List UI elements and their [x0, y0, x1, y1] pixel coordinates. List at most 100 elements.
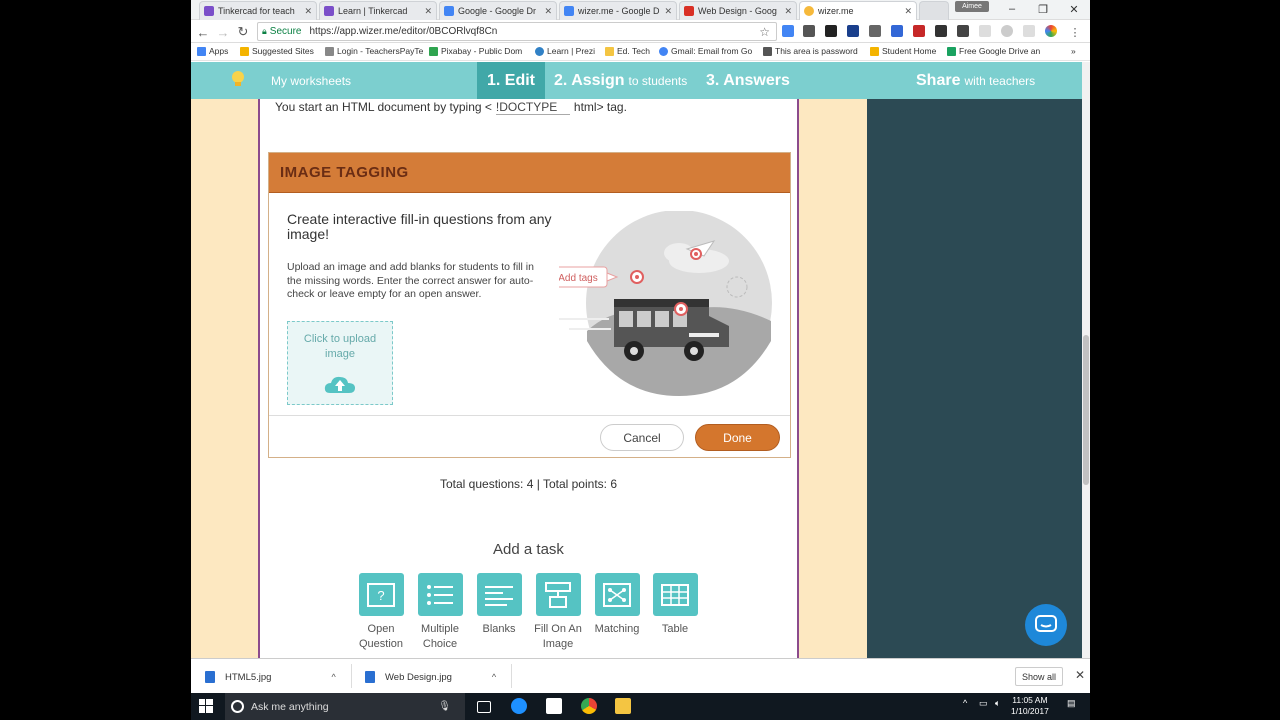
extension-icon[interactable]	[847, 25, 859, 37]
new-tab-button[interactable]	[919, 1, 949, 20]
image-tagging-title: Create interactive fill-in questions fro…	[287, 211, 552, 242]
reload-icon[interactable]: ↻	[235, 24, 251, 40]
nav-share[interactable]: Share with teachers	[916, 62, 1035, 99]
extension-icon[interactable]	[825, 25, 837, 37]
task-view-icon[interactable]	[477, 701, 491, 713]
upload-image-button[interactable]: Click to upload image	[287, 321, 393, 405]
chevron-up-icon[interactable]: ^	[963, 698, 967, 708]
show-all-button[interactable]: Show all	[1015, 667, 1063, 686]
lightbulb-logo-icon[interactable]	[231, 70, 245, 88]
download-shelf: HTML5.jpg ^ Web Design.jpg ^ Show all ✕	[191, 658, 1090, 693]
tab-label: Web Design - Goog	[698, 6, 777, 16]
bookmark-pixabay[interactable]: Pixabay - Public Dom	[429, 46, 522, 56]
chevron-up-icon[interactable]: ^	[331, 672, 335, 682]
bookmark-edtech[interactable]: Ed. Tech	[605, 46, 650, 56]
bookmark-icon	[870, 46, 879, 56]
bookmarks-overflow-icon[interactable]: »	[1071, 46, 1076, 56]
nav-step-assign[interactable]: 2. Assign to students	[554, 62, 687, 99]
browser-tab-5[interactable]: Web Design - Goog ✕	[679, 1, 797, 20]
close-icon[interactable]: ✕	[304, 6, 312, 17]
bookmark-student-home[interactable]: Student Home	[870, 46, 936, 56]
menu-icon[interactable]: ⋮	[1067, 24, 1083, 40]
extension-icon[interactable]	[913, 25, 925, 37]
tab-label: Google - Google Dr	[458, 6, 537, 16]
image-file-icon	[205, 671, 215, 683]
forward-icon[interactable]: →	[215, 24, 231, 40]
task-table-button[interactable]: Table	[645, 573, 705, 637]
bookmark-tpt[interactable]: Login - TeachersPayTe	[325, 46, 423, 56]
scrollbar-thumb[interactable]	[1083, 335, 1089, 485]
address-bar[interactable]: 🔒︎ Secure https://app.wizer.me/editor/0B…	[257, 22, 777, 41]
close-icon[interactable]: ✕	[784, 6, 792, 17]
extension-icon[interactable]	[869, 25, 881, 37]
microphone-icon[interactable]: 🎙︎	[438, 701, 451, 712]
bookmark-gmail[interactable]: Gmail: Email from Go	[659, 46, 752, 56]
extension-icon[interactable]	[891, 25, 903, 37]
bookmark-apps[interactable]: Apps	[197, 46, 228, 56]
browser-tab-4[interactable]: wizer.me - Google D ✕	[559, 1, 677, 20]
chat-support-button[interactable]	[1025, 604, 1067, 646]
volume-icon[interactable]: 🔈︎	[995, 698, 1000, 709]
nav-step-answers[interactable]: 3. Answers	[706, 62, 790, 99]
chrome-icon[interactable]	[581, 698, 597, 714]
bookmark-password[interactable]: This area is password	[763, 46, 858, 56]
cortana-search-input[interactable]: Ask me anything 🎙︎	[225, 693, 465, 720]
bookmark-prezi[interactable]: Learn | Prezi	[535, 46, 595, 56]
profile-chip[interactable]: Aimee	[955, 1, 989, 12]
nav-step-edit[interactable]: 1. Edit	[477, 62, 546, 99]
back-icon[interactable]: ←	[195, 24, 211, 40]
bookmark-drive[interactable]: Free Google Drive an	[947, 46, 1040, 56]
extension-icon[interactable]	[935, 25, 947, 37]
store-icon[interactable]	[546, 698, 562, 714]
page-scrollbar[interactable]	[1082, 62, 1090, 658]
browser-tab-active[interactable]: wizer.me ✕	[799, 1, 917, 20]
task-multiple-choice-button[interactable]: Multiple Choice	[410, 573, 470, 652]
file-explorer-icon[interactable]	[615, 698, 631, 714]
extension-icon[interactable]	[1023, 25, 1035, 37]
download-item[interactable]: HTML5.jpg ^	[205, 668, 336, 686]
extension-icon[interactable]	[803, 25, 815, 37]
answer-blank[interactable]: !DOCTYPE	[495, 100, 570, 115]
task-blanks-button[interactable]: Blanks	[469, 573, 529, 637]
close-icon[interactable]: ✕	[904, 6, 912, 17]
lock-icon: 🔒︎	[262, 26, 267, 36]
task-matching-button[interactable]: Matching	[587, 573, 647, 637]
bookmark-label: Apps	[209, 46, 229, 56]
task-fill-on-image-button[interactable]: Fill On An Image	[528, 573, 588, 652]
task-open-question-button[interactable]: ? Open Question	[351, 573, 411, 652]
minimize-icon[interactable]: –	[997, 0, 1027, 18]
bookmark-star-icon[interactable]: ☆	[759, 25, 770, 39]
notifications-icon[interactable]: ▤	[1067, 698, 1076, 709]
cancel-button[interactable]: Cancel	[600, 424, 684, 451]
drive-extension-icon[interactable]	[782, 25, 794, 37]
my-worksheets-link[interactable]: My worksheets	[271, 62, 351, 99]
system-clock[interactable]: 11:05 AM 1/10/2017	[1011, 695, 1049, 717]
browser-tab-2[interactable]: Learn | Tinkercad ✕	[319, 1, 437, 20]
browser-tab-1[interactable]: Tinkercad for teach ✕	[199, 1, 317, 20]
close-icon[interactable]: ✕	[1075, 668, 1085, 682]
window-close-icon[interactable]: ✕	[1059, 0, 1089, 18]
extension-icon[interactable]	[957, 25, 969, 37]
done-button[interactable]: Done	[695, 424, 780, 451]
network-icon[interactable]: ▭	[979, 698, 988, 709]
windows-start-icon[interactable]	[199, 699, 213, 713]
extension-icon[interactable]	[1001, 25, 1013, 37]
task-label: Blanks	[482, 623, 516, 635]
clock-date: 1/10/2017	[1011, 706, 1049, 716]
color-extension-icon[interactable]	[1045, 25, 1057, 37]
url-text[interactable]: https://app.wizer.me/editor/0BCORlvqf8Cn	[309, 26, 497, 37]
download-item[interactable]: Web Design.jpg ^	[365, 668, 496, 686]
close-icon[interactable]: ✕	[544, 6, 552, 17]
extension-icon[interactable]	[979, 25, 991, 37]
browser-tab-3[interactable]: Google - Google Dr ✕	[439, 1, 557, 20]
bookmark-label: Pixabay - Public Dom	[441, 46, 523, 56]
restore-icon[interactable]: ❐	[1028, 0, 1058, 18]
task-label: Multiple Choice	[421, 623, 459, 650]
chevron-up-icon[interactable]: ^	[492, 672, 496, 682]
bookmark-suggested[interactable]: Suggested Sites	[240, 46, 314, 56]
svg-text:?: ?	[377, 588, 384, 603]
edge-icon[interactable]	[511, 698, 527, 714]
app-nav: My worksheets 1. Edit 2. Assign to studen…	[191, 62, 1082, 99]
close-icon[interactable]: ✕	[664, 6, 672, 17]
close-icon[interactable]: ✕	[424, 6, 432, 17]
